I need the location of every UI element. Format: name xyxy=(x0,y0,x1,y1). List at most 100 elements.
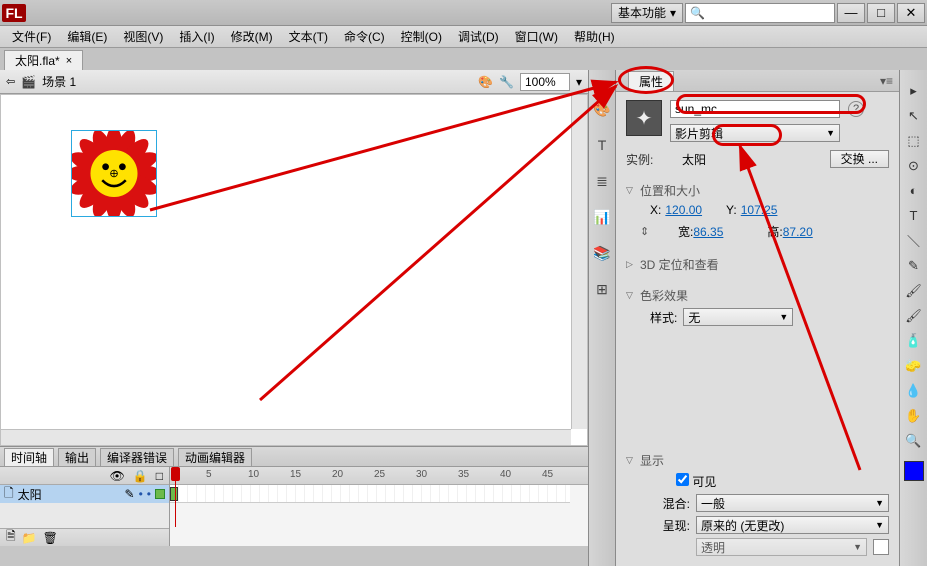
ruler-tick: 30 xyxy=(416,469,427,480)
line-tool-icon[interactable]: ＼ xyxy=(903,230,924,251)
swap-button[interactable]: 交换 ... xyxy=(830,150,889,168)
color-style-value: 无 xyxy=(688,309,700,326)
subselection-tool-icon[interactable]: ↖ xyxy=(903,105,924,126)
timeline-ruler[interactable]: 5 10 15 20 25 30 35 40 45 xyxy=(170,467,588,485)
color-style-combo[interactable]: 无 ▼ xyxy=(683,308,793,326)
height-value[interactable]: 87.20 xyxy=(783,225,813,239)
color-panel-icon[interactable]: 🎨 xyxy=(593,100,611,118)
scene-back-icon[interactable]: ⇦ xyxy=(6,75,15,88)
menu-modify[interactable]: 修改(M) xyxy=(225,26,279,47)
layer-outline-swatch[interactable] xyxy=(155,489,165,499)
menu-edit[interactable]: 编辑(E) xyxy=(61,26,113,47)
timeline-playhead[interactable] xyxy=(175,467,176,527)
help-icon[interactable]: ? xyxy=(848,101,864,117)
menubar: 文件(F) 编辑(E) 视图(V) 插入(I) 修改(M) 文本(T) 命令(C… xyxy=(0,26,927,48)
delete-layer-icon[interactable]: 🗑 xyxy=(43,531,58,545)
pen-tool-icon[interactable]: ◐ xyxy=(903,180,924,201)
section-display[interactable]: ▽ 显示 xyxy=(626,452,889,469)
fill-color-swatch[interactable] xyxy=(904,461,924,481)
zoom-chevron-down-icon[interactable]: ▾ xyxy=(576,75,582,89)
symbol-type-combo[interactable]: 影片剪辑 ▼ xyxy=(670,124,840,142)
menu-view[interactable]: 视图(V) xyxy=(117,26,169,47)
zoom-field[interactable]: 100% xyxy=(520,73,570,91)
tab-timeline[interactable]: 时间轴 xyxy=(4,448,54,466)
selection-tool-icon[interactable]: ▸ xyxy=(903,80,924,101)
pencil-tool-icon[interactable]: ✎ xyxy=(903,255,924,276)
hand-tool-icon[interactable]: ✋ xyxy=(903,405,924,426)
document-tab-close-icon[interactable]: × xyxy=(66,51,72,71)
menu-control[interactable]: 控制(O) xyxy=(395,26,448,47)
timeline-tracks-pane[interactable]: 5 10 15 20 25 30 35 40 45 xyxy=(170,467,588,546)
frame-row[interactable] xyxy=(170,485,588,503)
tab-motion-editor[interactable]: 动画编辑器 xyxy=(178,448,252,466)
brush-tool-icon[interactable]: 🖌 xyxy=(903,280,924,301)
x-value[interactable]: 120.00 xyxy=(665,203,702,217)
help-search-input[interactable]: 🔍 xyxy=(685,3,835,23)
render-value: 原来的 (无更改) xyxy=(701,517,784,534)
width-value[interactable]: 86.35 xyxy=(693,225,723,239)
section-position-size[interactable]: ▽ 位置和大小 xyxy=(626,182,889,199)
visibility-column-icon[interactable]: 👁 xyxy=(110,469,125,483)
edit-scene-icon[interactable]: 🎨 xyxy=(478,75,493,89)
layer-lock-dot[interactable]: • xyxy=(147,487,151,501)
menu-window[interactable]: 窗口(W) xyxy=(509,26,564,47)
new-folder-icon[interactable]: 📁 xyxy=(22,531,37,545)
chevron-down-icon: ▼ xyxy=(875,498,884,508)
tab-library[interactable]: 库 xyxy=(672,71,706,91)
tab-output[interactable]: 输出 xyxy=(58,448,96,466)
keyframe[interactable] xyxy=(170,487,178,501)
height-label: 高: xyxy=(767,225,782,239)
align-panel-icon[interactable]: ≣ xyxy=(593,172,611,190)
tab-compiler-errors[interactable]: 编译器错误 xyxy=(100,448,174,466)
menu-insert[interactable]: 插入(I) xyxy=(173,26,220,47)
deco-tool-icon[interactable]: 🖌 xyxy=(903,305,924,326)
instance-name-input[interactable] xyxy=(670,100,840,118)
transparent-swatch[interactable] xyxy=(873,539,889,555)
free-transform-tool-icon[interactable]: ⬚ xyxy=(903,130,924,151)
selected-symbol-instance[interactable] xyxy=(71,130,157,217)
paint-bucket-tool-icon[interactable]: 🧴 xyxy=(903,330,924,351)
eraser-tool-icon[interactable]: 🧽 xyxy=(903,355,924,376)
minimize-button[interactable]: — xyxy=(837,3,865,23)
edit-symbol-icon[interactable]: 🔧 xyxy=(499,75,514,89)
panel-options-icon[interactable]: ▾≡ xyxy=(880,74,893,88)
lasso-tool-icon[interactable]: ⊙ xyxy=(903,155,924,176)
stage-horizontal-scrollbar[interactable] xyxy=(1,429,571,445)
eyedropper-tool-icon[interactable]: 💧 xyxy=(903,380,924,401)
menu-help[interactable]: 帮助(H) xyxy=(568,26,621,47)
document-tab[interactable]: 太阳.fla* × xyxy=(4,50,83,70)
document-tab-bar: 太阳.fla* × xyxy=(0,48,927,70)
scene-name[interactable]: 场景 1 xyxy=(42,73,76,90)
lock-aspect-icon[interactable]: ⇕ xyxy=(640,225,654,238)
maximize-button[interactable]: □ xyxy=(867,3,895,23)
menu-text[interactable]: 文本(T) xyxy=(283,26,334,47)
new-layer-icon[interactable]: 🗎 xyxy=(6,527,16,548)
section-3d[interactable]: ▷ 3D 定位和查看 xyxy=(626,256,889,273)
close-button[interactable]: ✕ xyxy=(897,3,925,23)
stage-vertical-scrollbar[interactable] xyxy=(571,95,587,429)
transform-panel-icon[interactable]: ⊞ xyxy=(593,280,611,298)
menu-commands[interactable]: 命令(C) xyxy=(338,26,391,47)
properties-panel: 属性 库 ▾≡ ✦ ? 影片剪辑 ▼ 实例: xyxy=(616,70,900,566)
text-tool-icon[interactable]: T xyxy=(903,205,924,226)
blend-mode-combo[interactable]: 一般▼ xyxy=(696,494,889,512)
stage-area[interactable] xyxy=(0,94,588,446)
workspace-layout-picker[interactable]: 基本功能 ▾ xyxy=(611,3,683,23)
visible-checkbox[interactable]: 可见 xyxy=(676,475,716,489)
render-combo[interactable]: 原来的 (无更改)▼ xyxy=(696,516,889,534)
layer-visibility-dot[interactable]: • xyxy=(139,487,143,501)
y-value[interactable]: 107.25 xyxy=(741,203,778,217)
menu-file[interactable]: 文件(F) xyxy=(6,26,57,47)
ruler-tick: 35 xyxy=(458,469,469,480)
layer-row[interactable]: 🗋 太阳 ✎ • • xyxy=(0,485,169,503)
lock-column-icon[interactable]: 🔒 xyxy=(133,469,148,483)
menu-debug[interactable]: 调试(D) xyxy=(452,26,505,47)
text-panel-icon[interactable]: T xyxy=(593,136,611,154)
tab-properties[interactable]: 属性 xyxy=(628,71,674,91)
zoom-tool-icon[interactable]: 🔍 xyxy=(903,430,924,451)
section-color-effect[interactable]: ▽ 色彩效果 xyxy=(626,287,889,304)
info-panel-icon[interactable]: 📊 xyxy=(593,208,611,226)
outline-column-icon[interactable]: □ xyxy=(156,469,163,483)
titlebar: FL 基本功能 ▾ 🔍 — □ ✕ xyxy=(0,0,927,26)
library-panel-icon[interactable]: 📚 xyxy=(593,244,611,262)
